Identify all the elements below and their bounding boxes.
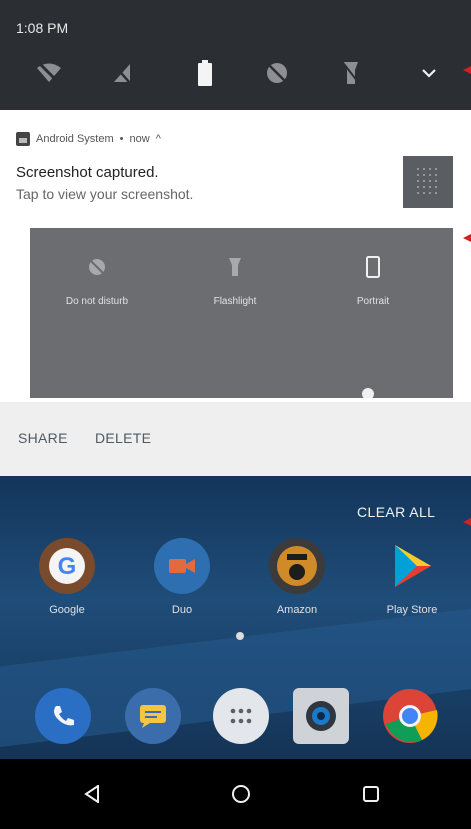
chrome-icon[interactable] xyxy=(382,688,438,744)
quick-settings-bar: 1:08 PM xyxy=(0,0,471,110)
app-duo[interactable]: Duo xyxy=(137,538,227,616)
delete-button[interactable]: DELETE xyxy=(95,430,151,446)
phone-icon[interactable] xyxy=(35,688,91,744)
camera-icon[interactable] xyxy=(293,688,349,744)
app-play-store[interactable]: Play Store xyxy=(367,538,457,616)
screenshot-preview[interactable]: Do not disturb Flashlight Portrait xyxy=(30,228,453,398)
preview-tile-dnd: Do not disturb xyxy=(42,256,152,307)
preview-tile-portrait: Portrait xyxy=(318,256,428,307)
do-not-disturb-icon xyxy=(86,256,108,278)
wifi-off-icon[interactable] xyxy=(34,58,64,88)
expand-glyph[interactable]: ^ xyxy=(156,133,161,145)
notification-header: Android System • now ^ xyxy=(16,132,161,146)
annotation-arrow xyxy=(463,234,471,242)
play-store-icon xyxy=(384,538,440,594)
google-icon: G xyxy=(39,538,95,594)
status-time: 1:08 PM xyxy=(16,20,69,36)
notification-actions: SHARE DELETE xyxy=(0,402,471,476)
battery-icon[interactable] xyxy=(190,58,220,88)
preview-tile-label: Flashlight xyxy=(213,296,257,307)
do-not-disturb-icon[interactable] xyxy=(262,58,292,88)
notification-separator: • xyxy=(119,133,124,145)
image-icon xyxy=(16,132,30,146)
recents-icon[interactable] xyxy=(356,779,386,809)
svg-text:G: G xyxy=(58,553,77,580)
app-drawer-icon[interactable] xyxy=(213,688,269,744)
app-label: Duo xyxy=(171,604,193,616)
amazon-icon xyxy=(269,538,325,594)
home-icon[interactable] xyxy=(226,779,256,809)
notification-time: now xyxy=(129,133,150,145)
annotation-arrow xyxy=(463,66,471,74)
duo-icon xyxy=(154,538,210,594)
expand-chevron-icon[interactable] xyxy=(414,58,444,88)
back-icon[interactable] xyxy=(77,779,107,809)
annotation-arrow xyxy=(463,518,471,526)
flashlight-icon[interactable] xyxy=(336,58,366,88)
portrait-icon xyxy=(362,256,384,278)
preview-tile-flashlight: Flashlight xyxy=(180,256,290,307)
clear-all-button[interactable]: CLEAR ALL xyxy=(357,504,435,520)
notification-text: Tap to view your screenshot. xyxy=(16,186,194,202)
preview-partial-icon xyxy=(362,388,374,398)
app-label: Amazon xyxy=(276,604,318,616)
preview-tile-label: Do not disturb xyxy=(65,296,129,307)
screenshot-thumbnail[interactable] xyxy=(403,156,453,208)
notification-app-name: Android System xyxy=(36,133,114,145)
app-label: Google xyxy=(49,604,85,616)
flashlight-icon xyxy=(224,256,246,278)
messages-icon[interactable] xyxy=(125,688,181,744)
mobile-data-off-icon[interactable] xyxy=(107,58,137,88)
app-amazon[interactable]: Amazon xyxy=(252,538,342,616)
preview-tile-label: Portrait xyxy=(356,296,390,307)
share-button[interactable]: SHARE xyxy=(18,430,68,446)
screenshot-notification[interactable]: Android System • now ^ Screenshot captur… xyxy=(0,110,471,402)
page-indicator xyxy=(236,632,244,640)
app-google[interactable]: G Google xyxy=(22,538,112,616)
app-label: Play Store xyxy=(386,604,438,616)
notification-title: Screenshot captured. xyxy=(16,164,159,181)
navigation-bar xyxy=(0,759,471,829)
